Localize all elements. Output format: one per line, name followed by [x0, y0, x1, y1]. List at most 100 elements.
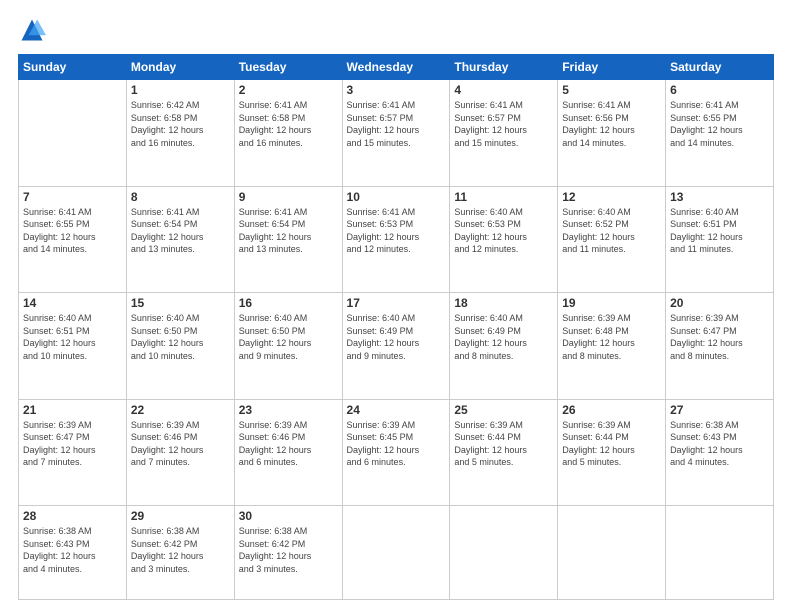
calendar-cell: 22 Sunrise: 6:39 AM Sunset: 6:46 PM Dayli… [126, 399, 234, 506]
day-number: 14 [23, 296, 122, 310]
day-number: 6 [670, 83, 769, 97]
day-info: Sunrise: 6:40 AM Sunset: 6:49 PM Dayligh… [454, 312, 553, 362]
calendar-cell: 11 Sunrise: 6:40 AM Sunset: 6:53 PM Dayli… [450, 186, 558, 293]
day-number: 9 [239, 190, 338, 204]
day-info: Sunrise: 6:41 AM Sunset: 6:57 PM Dayligh… [454, 99, 553, 149]
calendar-cell: 18 Sunrise: 6:40 AM Sunset: 6:49 PM Dayli… [450, 293, 558, 400]
calendar-cell [19, 80, 127, 187]
day-number: 2 [239, 83, 338, 97]
day-number: 17 [347, 296, 446, 310]
calendar-week-1: 1 Sunrise: 6:42 AM Sunset: 6:58 PM Daylig… [19, 80, 774, 187]
day-number: 4 [454, 83, 553, 97]
calendar-cell: 6 Sunrise: 6:41 AM Sunset: 6:55 PM Daylig… [666, 80, 774, 187]
col-header-friday: Friday [558, 55, 666, 80]
header [18, 16, 774, 44]
day-info: Sunrise: 6:41 AM Sunset: 6:55 PM Dayligh… [670, 99, 769, 149]
day-info: Sunrise: 6:39 AM Sunset: 6:46 PM Dayligh… [239, 419, 338, 469]
day-info: Sunrise: 6:39 AM Sunset: 6:44 PM Dayligh… [454, 419, 553, 469]
day-number: 30 [239, 509, 338, 523]
calendar-cell: 13Sunrise: 6:40 AM Sunset: 6:51 PM Dayli… [666, 186, 774, 293]
day-number: 29 [131, 509, 230, 523]
day-info: Sunrise: 6:38 AM Sunset: 6:42 PM Dayligh… [239, 525, 338, 575]
day-info: Sunrise: 6:41 AM Sunset: 6:57 PM Dayligh… [347, 99, 446, 149]
day-number: 24 [347, 403, 446, 417]
day-number: 16 [239, 296, 338, 310]
calendar-cell: 29 Sunrise: 6:38 AM Sunset: 6:42 PM Dayli… [126, 506, 234, 600]
day-info: Sunrise: 6:39 AM Sunset: 6:47 PM Dayligh… [670, 312, 769, 362]
day-number: 22 [131, 403, 230, 417]
day-info: Sunrise: 6:39 AM Sunset: 6:47 PM Dayligh… [23, 419, 122, 469]
day-info: Sunrise: 6:39 AM Sunset: 6:48 PM Dayligh… [562, 312, 661, 362]
day-number: 15 [131, 296, 230, 310]
calendar-cell: 20Sunrise: 6:39 AM Sunset: 6:47 PM Dayli… [666, 293, 774, 400]
day-info: Sunrise: 6:41 AM Sunset: 6:58 PM Dayligh… [239, 99, 338, 149]
calendar-cell: 4 Sunrise: 6:41 AM Sunset: 6:57 PM Daylig… [450, 80, 558, 187]
calendar-cell: 25 Sunrise: 6:39 AM Sunset: 6:44 PM Dayli… [450, 399, 558, 506]
day-number: 11 [454, 190, 553, 204]
calendar-cell: 30 Sunrise: 6:38 AM Sunset: 6:42 PM Dayli… [234, 506, 342, 600]
day-info: Sunrise: 6:40 AM Sunset: 6:49 PM Dayligh… [347, 312, 446, 362]
calendar-header-row: SundayMondayTuesdayWednesdayThursdayFrid… [19, 55, 774, 80]
day-info: Sunrise: 6:41 AM Sunset: 6:55 PM Dayligh… [23, 206, 122, 256]
day-info: Sunrise: 6:40 AM Sunset: 6:51 PM Dayligh… [23, 312, 122, 362]
logo [18, 16, 50, 44]
day-info: Sunrise: 6:39 AM Sunset: 6:44 PM Dayligh… [562, 419, 661, 469]
day-number: 12 [562, 190, 661, 204]
calendar-cell: 15 Sunrise: 6:40 AM Sunset: 6:50 PM Dayli… [126, 293, 234, 400]
calendar-cell [666, 506, 774, 600]
day-number: 8 [131, 190, 230, 204]
day-info: Sunrise: 6:40 AM Sunset: 6:53 PM Dayligh… [454, 206, 553, 256]
day-info: Sunrise: 6:38 AM Sunset: 6:43 PM Dayligh… [23, 525, 122, 575]
day-number: 28 [23, 509, 122, 523]
day-info: Sunrise: 6:41 AM Sunset: 6:54 PM Dayligh… [131, 206, 230, 256]
calendar-cell: 1 Sunrise: 6:42 AM Sunset: 6:58 PM Daylig… [126, 80, 234, 187]
day-number: 18 [454, 296, 553, 310]
calendar-cell: 2 Sunrise: 6:41 AM Sunset: 6:58 PM Daylig… [234, 80, 342, 187]
calendar-week-3: 14 Sunrise: 6:40 AM Sunset: 6:51 PM Dayli… [19, 293, 774, 400]
calendar-cell: 27 Sunrise: 6:38 AM Sunset: 6:43 PM Dayli… [666, 399, 774, 506]
calendar-cell: 5 Sunrise: 6:41 AM Sunset: 6:56 PM Daylig… [558, 80, 666, 187]
page: SundayMondayTuesdayWednesdayThursdayFrid… [0, 0, 792, 612]
calendar-cell [342, 506, 450, 600]
day-info: Sunrise: 6:39 AM Sunset: 6:46 PM Dayligh… [131, 419, 230, 469]
day-number: 1 [131, 83, 230, 97]
day-info: Sunrise: 6:42 AM Sunset: 6:58 PM Dayligh… [131, 99, 230, 149]
calendar-cell: 10 Sunrise: 6:41 AM Sunset: 6:53 PM Dayli… [342, 186, 450, 293]
day-number: 25 [454, 403, 553, 417]
day-number: 5 [562, 83, 661, 97]
calendar-cell: 24Sunrise: 6:39 AM Sunset: 6:45 PM Dayli… [342, 399, 450, 506]
col-header-wednesday: Wednesday [342, 55, 450, 80]
calendar-cell: 12 Sunrise: 6:40 AM Sunset: 6:52 PM Dayli… [558, 186, 666, 293]
calendar-cell: 19 Sunrise: 6:39 AM Sunset: 6:48 PM Dayli… [558, 293, 666, 400]
calendar-cell [558, 506, 666, 600]
day-info: Sunrise: 6:41 AM Sunset: 6:56 PM Dayligh… [562, 99, 661, 149]
day-info: Sunrise: 6:41 AM Sunset: 6:54 PM Dayligh… [239, 206, 338, 256]
day-info: Sunrise: 6:38 AM Sunset: 6:43 PM Dayligh… [670, 419, 769, 469]
col-header-monday: Monday [126, 55, 234, 80]
day-number: 19 [562, 296, 661, 310]
col-header-tuesday: Tuesday [234, 55, 342, 80]
col-header-thursday: Thursday [450, 55, 558, 80]
day-info: Sunrise: 6:40 AM Sunset: 6:50 PM Dayligh… [131, 312, 230, 362]
calendar-cell: 21Sunrise: 6:39 AM Sunset: 6:47 PM Dayli… [19, 399, 127, 506]
calendar-week-5: 28 Sunrise: 6:38 AM Sunset: 6:43 PM Dayli… [19, 506, 774, 600]
calendar-cell: 17 Sunrise: 6:40 AM Sunset: 6:49 PM Dayli… [342, 293, 450, 400]
day-number: 26 [562, 403, 661, 417]
calendar-week-2: 7Sunrise: 6:41 AM Sunset: 6:55 PM Daylig… [19, 186, 774, 293]
day-info: Sunrise: 6:41 AM Sunset: 6:53 PM Dayligh… [347, 206, 446, 256]
calendar: SundayMondayTuesdayWednesdayThursdayFrid… [18, 54, 774, 600]
day-info: Sunrise: 6:38 AM Sunset: 6:42 PM Dayligh… [131, 525, 230, 575]
calendar-cell: 14 Sunrise: 6:40 AM Sunset: 6:51 PM Dayli… [19, 293, 127, 400]
day-number: 27 [670, 403, 769, 417]
day-number: 10 [347, 190, 446, 204]
col-header-sunday: Sunday [19, 55, 127, 80]
calendar-cell: 8 Sunrise: 6:41 AM Sunset: 6:54 PM Daylig… [126, 186, 234, 293]
day-number: 3 [347, 83, 446, 97]
calendar-cell: 28 Sunrise: 6:38 AM Sunset: 6:43 PM Dayli… [19, 506, 127, 600]
calendar-cell: 26 Sunrise: 6:39 AM Sunset: 6:44 PM Dayli… [558, 399, 666, 506]
calendar-cell: 7Sunrise: 6:41 AM Sunset: 6:55 PM Daylig… [19, 186, 127, 293]
logo-icon [18, 16, 46, 44]
day-info: Sunrise: 6:40 AM Sunset: 6:52 PM Dayligh… [562, 206, 661, 256]
calendar-cell: 9 Sunrise: 6:41 AM Sunset: 6:54 PM Daylig… [234, 186, 342, 293]
day-info: Sunrise: 6:40 AM Sunset: 6:51 PM Dayligh… [670, 206, 769, 256]
